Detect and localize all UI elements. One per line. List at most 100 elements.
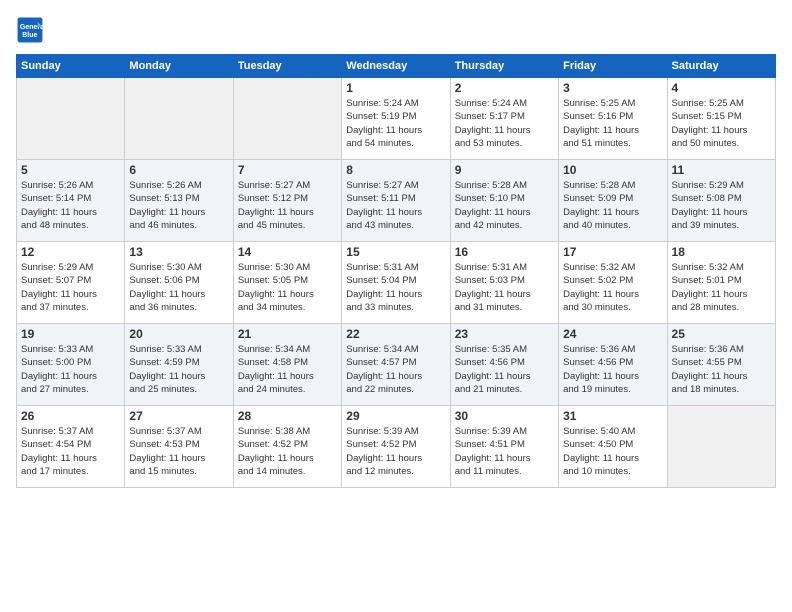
calendar-cell: 23 Sunrise: 5:35 AM Sunset: 4:56 PM Dayli… <box>450 324 558 406</box>
day-info: Sunrise: 5:25 AM Sunset: 5:15 PM Dayligh… <box>672 97 771 150</box>
calendar-cell: 12Sunrise: 5:29 AM Sunset: 5:07 PM Dayli… <box>17 242 125 324</box>
day-info: Sunrise: 5:26 AM Sunset: 5:14 PM Dayligh… <box>21 179 120 232</box>
day-number: 1 <box>346 81 445 95</box>
day-number: 31 <box>563 409 662 423</box>
day-header-monday: Monday <box>125 55 233 78</box>
calendar-cell: 9 Sunrise: 5:28 AM Sunset: 5:10 PM Daylig… <box>450 160 558 242</box>
calendar-cell: 22 Sunrise: 5:34 AM Sunset: 4:57 PM Dayli… <box>342 324 450 406</box>
day-info: Sunrise: 5:34 AM Sunset: 4:58 PM Dayligh… <box>238 343 337 396</box>
page-header: General Blue <box>16 16 776 44</box>
svg-text:Blue: Blue <box>22 32 37 39</box>
calendar-cell <box>125 78 233 160</box>
calendar-cell: 19 Sunrise: 5:33 AM Sunset: 5:00 PM Dayli… <box>17 324 125 406</box>
calendar-cell: 15 Sunrise: 5:31 AM Sunset: 5:04 PM Dayli… <box>342 242 450 324</box>
day-info: Sunrise: 5:25 AM Sunset: 5:16 PM Dayligh… <box>563 97 662 150</box>
day-info: Sunrise: 5:27 AM Sunset: 5:11 PM Dayligh… <box>346 179 445 232</box>
calendar-week-5: 26Sunrise: 5:37 AM Sunset: 4:54 PM Dayli… <box>17 406 776 488</box>
day-number: 21 <box>238 327 337 341</box>
calendar-cell: 2Sunrise: 5:24 AM Sunset: 5:17 PM Daylig… <box>450 78 558 160</box>
day-number: 14 <box>238 245 337 259</box>
day-number: 26 <box>21 409 120 423</box>
calendar-cell: 16 Sunrise: 5:31 AM Sunset: 5:03 PM Dayli… <box>450 242 558 324</box>
day-number: 5 <box>21 163 120 177</box>
day-number: 22 <box>346 327 445 341</box>
calendar-cell <box>667 406 775 488</box>
day-info: Sunrise: 5:36 AM Sunset: 4:55 PM Dayligh… <box>672 343 771 396</box>
day-info: Sunrise: 5:24 AM Sunset: 5:19 PM Dayligh… <box>346 97 445 150</box>
calendar-cell: 27Sunrise: 5:37 AM Sunset: 4:53 PM Dayli… <box>125 406 233 488</box>
calendar-cell: 13Sunrise: 5:30 AM Sunset: 5:06 PM Dayli… <box>125 242 233 324</box>
day-number: 25 <box>672 327 771 341</box>
calendar-week-2: 5 Sunrise: 5:26 AM Sunset: 5:14 PM Daylig… <box>17 160 776 242</box>
calendar-table: SundayMondayTuesdayWednesdayThursdayFrid… <box>16 54 776 488</box>
day-number: 23 <box>455 327 554 341</box>
day-info: Sunrise: 5:38 AM Sunset: 4:52 PM Dayligh… <box>238 425 337 478</box>
day-info: Sunrise: 5:31 AM Sunset: 5:03 PM Dayligh… <box>455 261 554 314</box>
day-info: Sunrise: 5:32 AM Sunset: 5:02 PM Dayligh… <box>563 261 662 314</box>
calendar-cell: 4 Sunrise: 5:25 AM Sunset: 5:15 PM Daylig… <box>667 78 775 160</box>
calendar-cell: 30 Sunrise: 5:39 AM Sunset: 4:51 PM Dayli… <box>450 406 558 488</box>
logo: General Blue <box>16 16 48 44</box>
day-info: Sunrise: 5:28 AM Sunset: 5:10 PM Dayligh… <box>455 179 554 232</box>
calendar-cell: 20Sunrise: 5:33 AM Sunset: 4:59 PM Dayli… <box>125 324 233 406</box>
day-number: 7 <box>238 163 337 177</box>
day-info: Sunrise: 5:26 AM Sunset: 5:13 PM Dayligh… <box>129 179 228 232</box>
day-number: 8 <box>346 163 445 177</box>
calendar-cell: 18Sunrise: 5:32 AM Sunset: 5:01 PM Dayli… <box>667 242 775 324</box>
day-info: Sunrise: 5:39 AM Sunset: 4:51 PM Dayligh… <box>455 425 554 478</box>
day-number: 19 <box>21 327 120 341</box>
day-info: Sunrise: 5:34 AM Sunset: 4:57 PM Dayligh… <box>346 343 445 396</box>
day-info: Sunrise: 5:33 AM Sunset: 4:59 PM Dayligh… <box>129 343 228 396</box>
day-number: 28 <box>238 409 337 423</box>
calendar-cell: 21 Sunrise: 5:34 AM Sunset: 4:58 PM Dayli… <box>233 324 341 406</box>
day-header-thursday: Thursday <box>450 55 558 78</box>
day-info: Sunrise: 5:30 AM Sunset: 5:06 PM Dayligh… <box>129 261 228 314</box>
calendar-cell: 3 Sunrise: 5:25 AM Sunset: 5:16 PM Daylig… <box>559 78 667 160</box>
day-number: 3 <box>563 81 662 95</box>
calendar-cell: 25 Sunrise: 5:36 AM Sunset: 4:55 PM Dayli… <box>667 324 775 406</box>
day-info: Sunrise: 5:39 AM Sunset: 4:52 PM Dayligh… <box>346 425 445 478</box>
day-info: Sunrise: 5:27 AM Sunset: 5:12 PM Dayligh… <box>238 179 337 232</box>
calendar-week-1: 1 Sunrise: 5:24 AM Sunset: 5:19 PM Daylig… <box>17 78 776 160</box>
calendar-cell <box>233 78 341 160</box>
day-info: Sunrise: 5:35 AM Sunset: 4:56 PM Dayligh… <box>455 343 554 396</box>
day-header-friday: Friday <box>559 55 667 78</box>
day-info: Sunrise: 5:33 AM Sunset: 5:00 PM Dayligh… <box>21 343 120 396</box>
day-info: Sunrise: 5:24 AM Sunset: 5:17 PM Dayligh… <box>455 97 554 150</box>
logo-icon: General Blue <box>16 16 44 44</box>
day-info: Sunrise: 5:30 AM Sunset: 5:05 PM Dayligh… <box>238 261 337 314</box>
day-number: 11 <box>672 163 771 177</box>
day-header-tuesday: Tuesday <box>233 55 341 78</box>
day-number: 29 <box>346 409 445 423</box>
day-info: Sunrise: 5:31 AM Sunset: 5:04 PM Dayligh… <box>346 261 445 314</box>
day-info: Sunrise: 5:28 AM Sunset: 5:09 PM Dayligh… <box>563 179 662 232</box>
day-number: 30 <box>455 409 554 423</box>
day-header-wednesday: Wednesday <box>342 55 450 78</box>
day-number: 17 <box>563 245 662 259</box>
calendar-week-3: 12Sunrise: 5:29 AM Sunset: 5:07 PM Dayli… <box>17 242 776 324</box>
calendar-cell: 11 Sunrise: 5:29 AM Sunset: 5:08 PM Dayli… <box>667 160 775 242</box>
day-info: Sunrise: 5:29 AM Sunset: 5:08 PM Dayligh… <box>672 179 771 232</box>
day-number: 16 <box>455 245 554 259</box>
calendar-cell: 5 Sunrise: 5:26 AM Sunset: 5:14 PM Daylig… <box>17 160 125 242</box>
calendar-week-4: 19 Sunrise: 5:33 AM Sunset: 5:00 PM Dayli… <box>17 324 776 406</box>
calendar-cell: 28 Sunrise: 5:38 AM Sunset: 4:52 PM Dayli… <box>233 406 341 488</box>
day-number: 27 <box>129 409 228 423</box>
calendar-cell: 31 Sunrise: 5:40 AM Sunset: 4:50 PM Dayli… <box>559 406 667 488</box>
day-number: 15 <box>346 245 445 259</box>
calendar-cell: 24Sunrise: 5:36 AM Sunset: 4:56 PM Dayli… <box>559 324 667 406</box>
calendar-header-row: SundayMondayTuesdayWednesdayThursdayFrid… <box>17 55 776 78</box>
day-number: 9 <box>455 163 554 177</box>
calendar-cell: 14 Sunrise: 5:30 AM Sunset: 5:05 PM Dayli… <box>233 242 341 324</box>
calendar-cell: 8 Sunrise: 5:27 AM Sunset: 5:11 PM Daylig… <box>342 160 450 242</box>
day-number: 18 <box>672 245 771 259</box>
day-number: 4 <box>672 81 771 95</box>
calendar-cell: 1 Sunrise: 5:24 AM Sunset: 5:19 PM Daylig… <box>342 78 450 160</box>
day-info: Sunrise: 5:40 AM Sunset: 4:50 PM Dayligh… <box>563 425 662 478</box>
day-number: 10 <box>563 163 662 177</box>
calendar-cell: 17 Sunrise: 5:32 AM Sunset: 5:02 PM Dayli… <box>559 242 667 324</box>
calendar-cell: 7 Sunrise: 5:27 AM Sunset: 5:12 PM Daylig… <box>233 160 341 242</box>
day-number: 24 <box>563 327 662 341</box>
calendar-cell: 29 Sunrise: 5:39 AM Sunset: 4:52 PM Dayli… <box>342 406 450 488</box>
calendar-cell: 6Sunrise: 5:26 AM Sunset: 5:13 PM Daylig… <box>125 160 233 242</box>
